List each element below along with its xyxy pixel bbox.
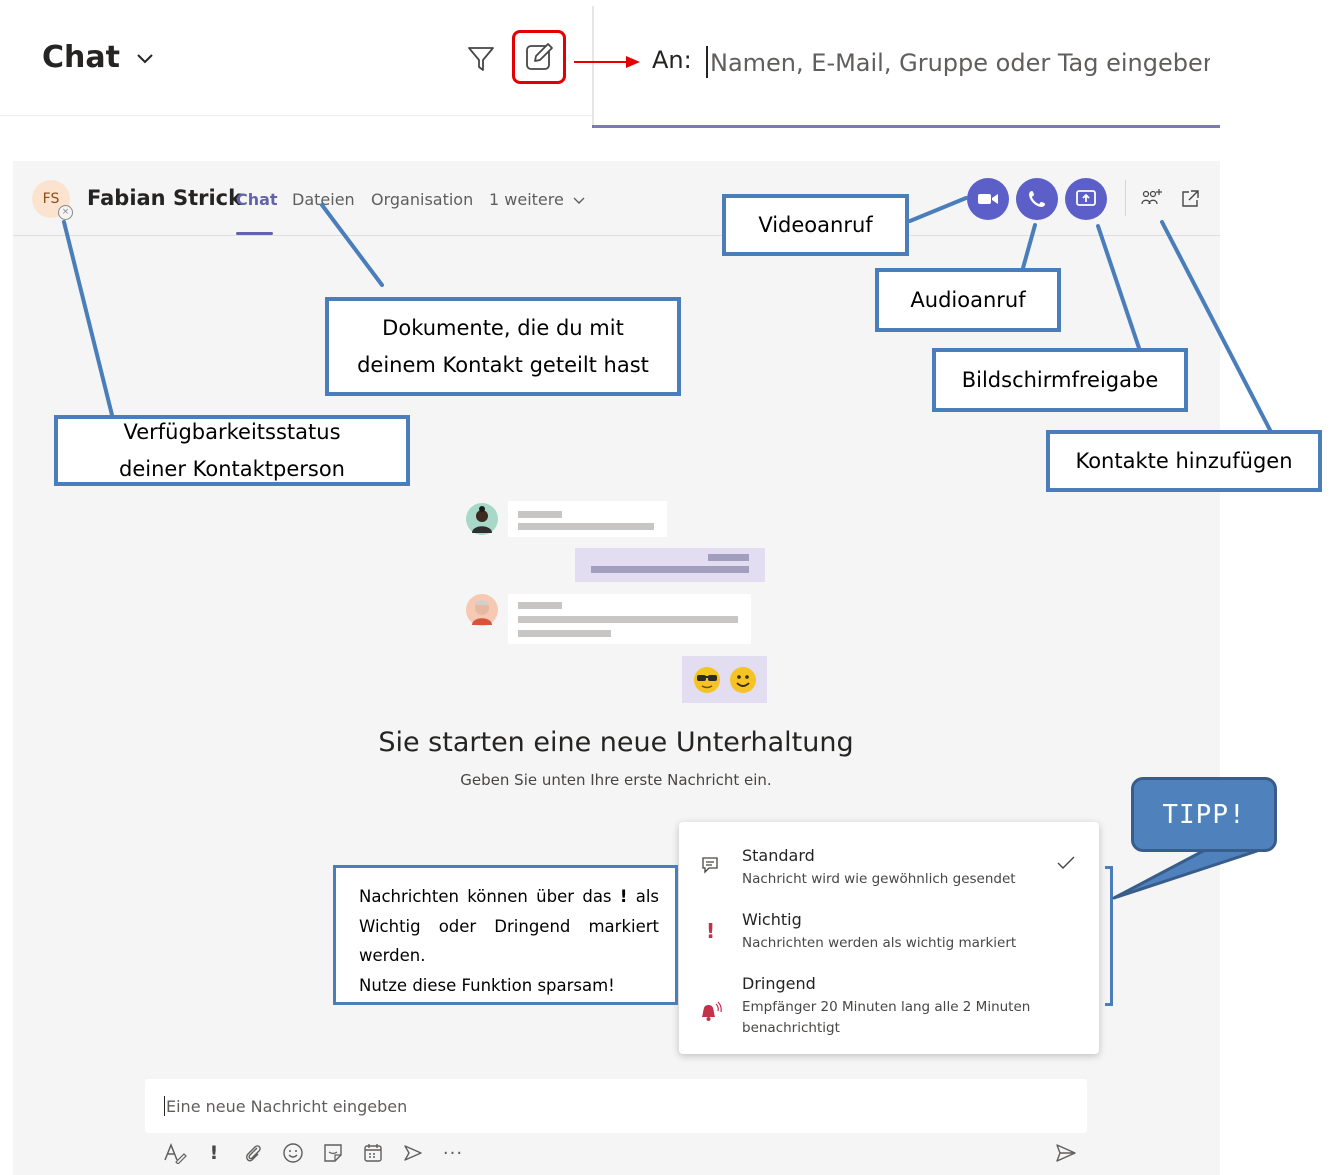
illustration-bubble [575,548,765,582]
callout-files: Dokumente, die du mit deinem Kontakt get… [325,297,681,396]
sticker-icon[interactable] [320,1140,346,1166]
praise-icon[interactable] [400,1140,426,1166]
tab-more-label: 1 weitere [489,190,564,209]
info-callout: Nachrichten können über das ! als Wichti… [333,865,678,1005]
callout-status-line: deiner Kontaktperson [119,456,345,481]
info-callout-line: Nutze diese Funktion sparsam! [359,975,615,995]
priority-option-urgent[interactable]: Dringend Empfänger 20 Minuten lang alle … [679,970,1099,1050]
pop-out-icon[interactable] [1180,189,1200,213]
info-callout-line: Nachrichten können über das ! als [359,887,660,906]
send-icon[interactable] [1053,1140,1079,1166]
format-icon[interactable] [162,1140,188,1166]
callout-audio-call: Audioanruf [875,268,1061,332]
smile-emoji-icon [729,666,756,693]
video-call-button[interactable] [967,178,1009,220]
callout-add-contacts: Kontakte hinzufügen [1046,430,1322,492]
info-callout-line: werden. [359,946,426,965]
screen-share-icon [1076,190,1096,206]
phone-icon [1029,191,1045,207]
illustration-emoji-bubble [682,656,767,703]
illustration-avatar [466,503,498,535]
priority-option-description: Nachrichten werden als wichtig markiert [742,935,1017,951]
to-label: An: [652,46,692,74]
panel-divider [592,6,594,128]
chevron-down-icon[interactable] [136,50,154,69]
recipient-input[interactable] [710,44,1210,82]
text-caret [164,1096,165,1116]
active-tab-indicator [236,232,273,235]
exclamation-icon[interactable]: ! [201,1140,227,1166]
new-chat-button[interactable] [512,30,566,84]
callout-screen-share: Bildschirmfreigabe [932,348,1188,412]
tab-organisation[interactable]: Organisation [371,190,473,209]
page-title: Chat [42,40,120,75]
annotation-bracket [1105,866,1113,1006]
priority-option-title: Dringend [742,974,816,993]
add-people-icon[interactable] [1140,188,1164,214]
illustration-avatar [466,594,498,626]
message-icon [702,857,718,874]
filter-icon[interactable] [466,44,496,78]
bell-ringing-icon [702,1001,722,1021]
chevron-down-icon [573,197,585,204]
contact-name: Fabian Strick [87,186,243,210]
emoji-icon[interactable] [280,1140,306,1166]
tab-files[interactable]: Dateien [292,190,355,209]
tab-chat[interactable]: Chat [236,190,278,209]
priority-option-description: benachrichtigt [742,1020,840,1036]
attach-icon[interactable] [240,1140,266,1166]
text-caret [706,46,708,78]
priority-option-title: Wichtig [742,910,802,929]
callout-video-call: Videoanruf [722,194,909,256]
callout-files-line: deinem Kontakt geteilt hast [357,352,649,377]
illustration-bubble [508,594,751,644]
sunglasses-emoji-icon [693,666,720,693]
tab-more[interactable]: 1 weitere [489,190,585,209]
toolbar-divider [1125,180,1126,216]
callout-status-line: Verfügbarkeitsstatus [123,419,341,444]
video-camera-icon [978,194,998,204]
exclamation-icon: ! [706,919,716,943]
empty-state-subtitle: Geben Sie unten Ihre erste Nachricht ein… [460,771,772,789]
audio-call-button[interactable] [1016,178,1058,220]
priority-option-description: Empfänger 20 Minuten lang alle 2 Minuten [742,999,1031,1015]
more-options-icon[interactable]: ··· [440,1140,466,1166]
presence-status-icon: × [58,205,73,220]
checkmark-icon [1057,856,1075,869]
screen-share-button[interactable] [1065,178,1107,220]
callout-status: Verfügbarkeitsstatus deiner Kontaktperso… [54,415,410,486]
header-divider [0,115,592,116]
priority-option-description: Nachricht wird wie gewöhnlich gesendet [742,871,1016,887]
priority-option-title: Standard [742,846,815,865]
illustration-bubble [508,501,667,537]
priority-option-standard[interactable]: Standard Nachricht wird wie gewöhnlich g… [679,842,1099,906]
callout-files-line: Dokumente, die du mit [382,315,624,340]
tip-callout: TIPP! [1131,777,1277,852]
empty-state-title: Sie starten eine neue Unterhaltung [378,727,854,758]
message-input[interactable] [166,1092,1066,1120]
priority-option-important[interactable]: ! Wichtig Nachrichten werden als wichtig… [679,906,1099,970]
compose-icon [526,43,553,70]
priority-menu: Standard Nachricht wird wie gewöhnlich g… [679,822,1099,1054]
recipient-input-underline [592,125,1220,128]
schedule-meeting-icon[interactable] [360,1140,386,1166]
info-callout-line: Wichtig oder Dringend markiert [359,916,659,936]
